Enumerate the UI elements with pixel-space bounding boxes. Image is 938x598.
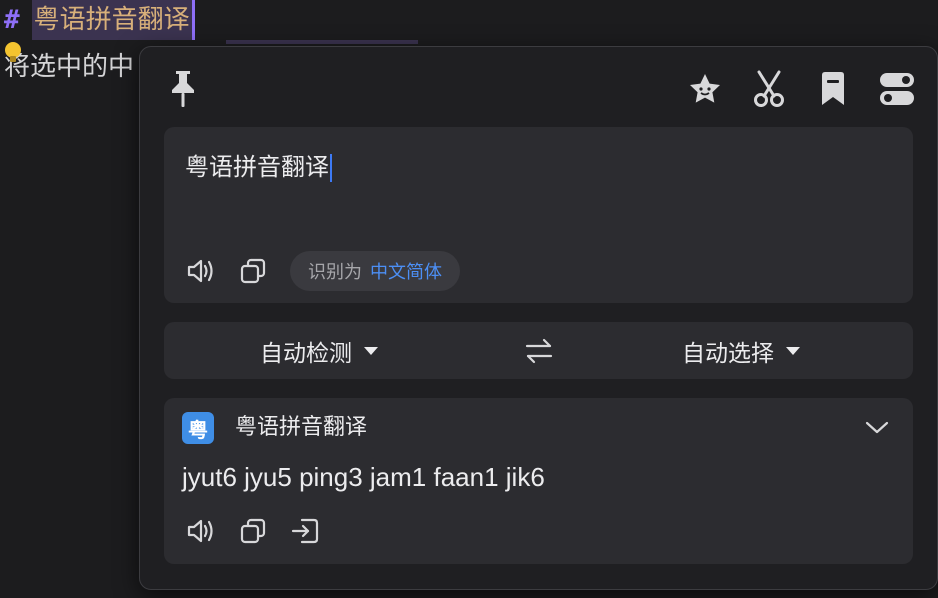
detected-prefix: 识别为 (308, 262, 362, 283)
service-name: 粤语拼音翻译 (235, 415, 368, 440)
result-actions (184, 514, 340, 548)
heading-hash: # (4, 5, 20, 35)
source-language-select[interactable]: 自动检测 (260, 322, 378, 379)
popup-toolbar (687, 69, 915, 109)
toggle-icon[interactable] (879, 69, 915, 109)
selected-heading-text[interactable]: 粤语拼音翻译 (31, 0, 195, 40)
editor-body-line[interactable]: 将选中的中 (4, 46, 134, 83)
star-icon[interactable] (687, 69, 723, 109)
target-language-select[interactable]: 自动选择 (682, 322, 800, 379)
insert-icon[interactable] (288, 514, 322, 548)
lightbulb-icon[interactable] (5, 42, 21, 62)
pin-icon[interactable] (166, 69, 200, 109)
dropdown-arrow-icon (786, 346, 800, 355)
translation-result-card: 粤 粤语拼音翻译 jyut6 jyu5 ping3 jam1 faan1 jik… (164, 398, 913, 564)
translation-popup: 粤语拼音翻译 识别为 中文简体 自动检测 自动选择 粤 粤语拼音翻译 jyut6… (139, 46, 938, 590)
chevron-down-icon[interactable] (861, 412, 893, 444)
bookmark-icon[interactable] (815, 69, 851, 109)
speaker-icon[interactable] (184, 254, 218, 288)
source-language-label: 自动检测 (260, 340, 352, 367)
service-logo-icon: 粤 (182, 412, 214, 444)
dropdown-arrow-icon (364, 346, 378, 355)
language-selector-bar: 自动检测 自动选择 (164, 322, 913, 379)
detected-language: 中文简体 (370, 262, 442, 283)
editor-heading: # 粤语拼音翻译 (4, 0, 195, 40)
speaker-icon[interactable] (184, 514, 218, 548)
copy-icon[interactable] (236, 514, 270, 548)
source-actions: 识别为 中文简体 (184, 251, 460, 291)
detected-language-badge[interactable]: 识别为 中文简体 (290, 251, 460, 291)
source-text[interactable]: 粤语拼音翻译 (185, 153, 329, 181)
swap-languages-icon[interactable] (524, 334, 554, 368)
source-text-box[interactable]: 粤语拼音翻译 识别为 中文简体 (164, 127, 913, 303)
selection-underline (226, 40, 418, 44)
result-text[interactable]: jyut6 jyu5 ping3 jam1 faan1 jik6 (182, 462, 545, 493)
copy-icon[interactable] (236, 254, 270, 288)
target-language-label: 自动选择 (682, 340, 774, 367)
source-text-line[interactable]: 粤语拼音翻译 (185, 147, 332, 182)
scissors-icon[interactable] (751, 69, 787, 109)
text-caret (330, 154, 332, 182)
